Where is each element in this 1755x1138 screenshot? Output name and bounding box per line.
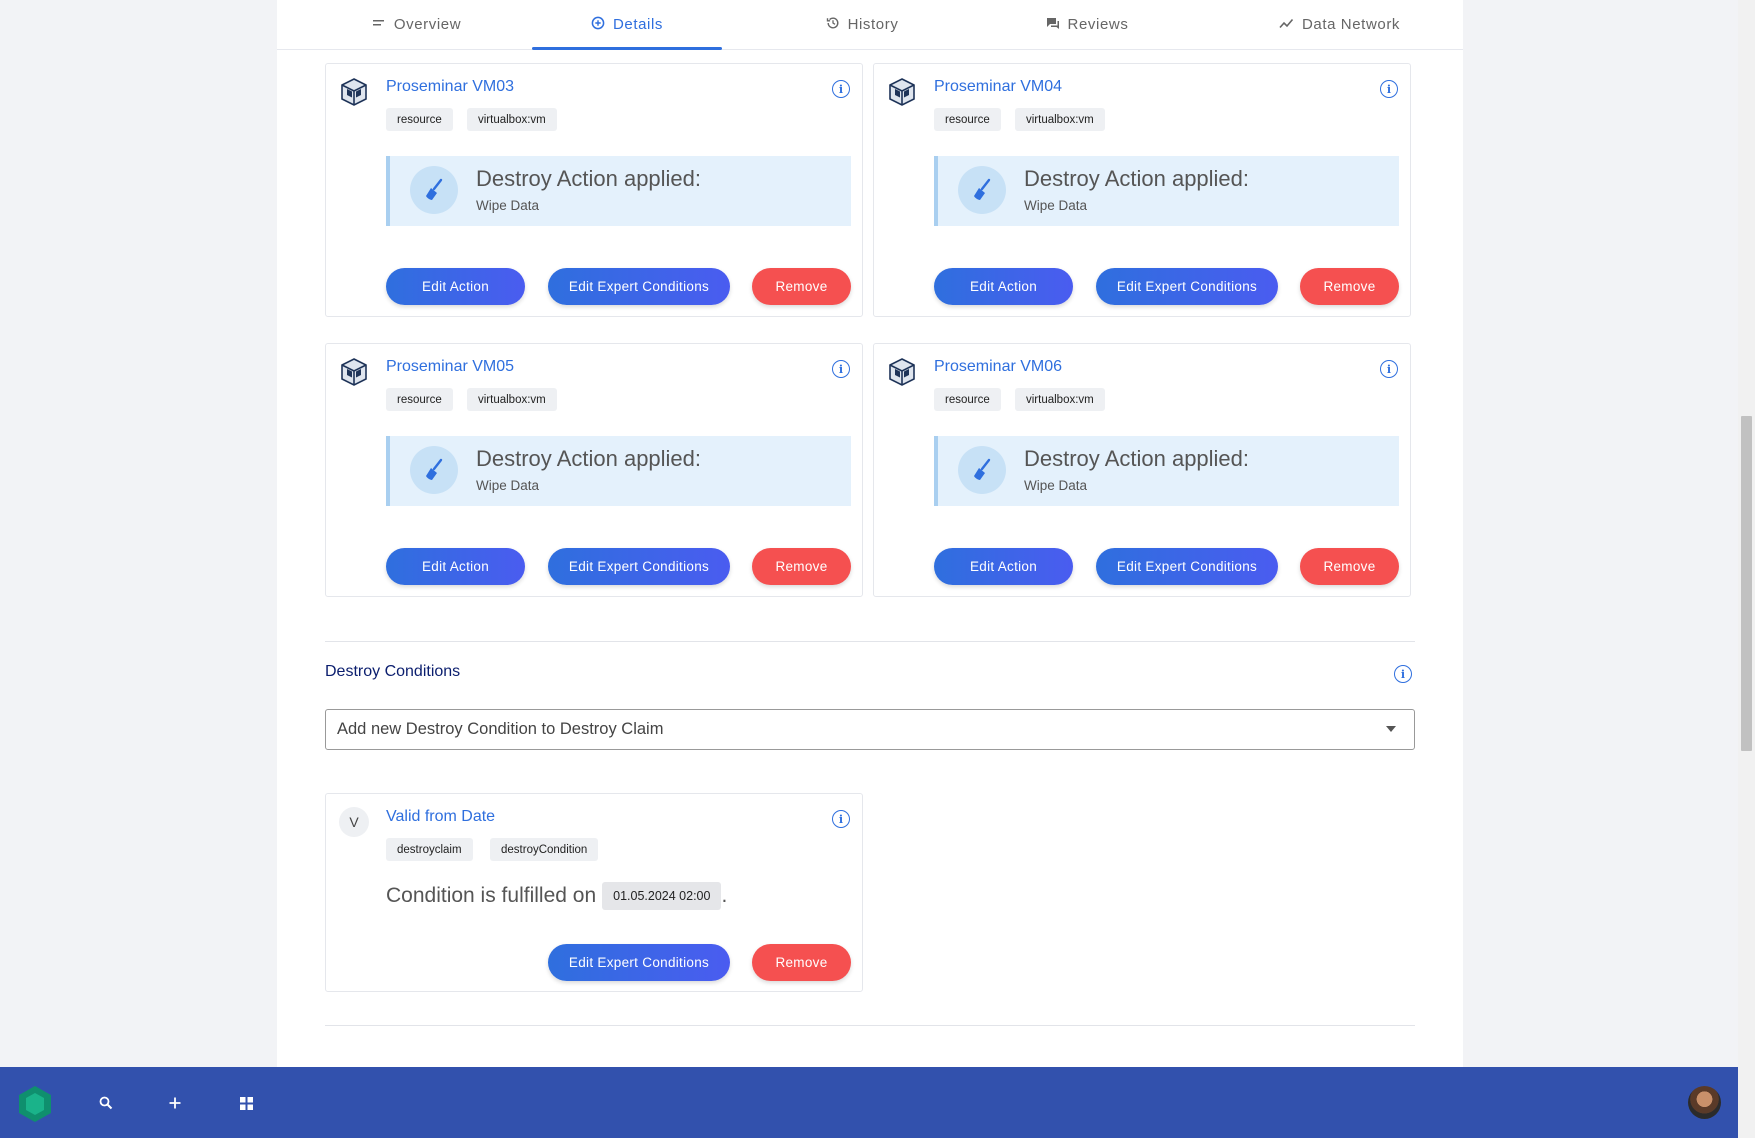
edit-action-button[interactable]: Edit Action: [386, 268, 525, 305]
trend-icon: [1279, 17, 1294, 31]
info-icon[interactable]: i: [1380, 360, 1398, 378]
tag: virtualbox:vm: [467, 388, 557, 411]
remove-button[interactable]: Remove: [1300, 268, 1399, 305]
destroy-action-box: Destroy Action applied: Wipe Data: [386, 436, 851, 506]
tag: virtualbox:vm: [1015, 108, 1105, 131]
action-name: Wipe Data: [476, 478, 540, 493]
broom-icon: [410, 446, 458, 494]
virtualbox-icon: [887, 357, 917, 387]
edit-expert-conditions-button[interactable]: Edit Expert Conditions: [548, 268, 730, 305]
broom-icon: [410, 166, 458, 214]
info-icon[interactable]: i: [1380, 80, 1398, 98]
plus-icon[interactable]: [163, 1091, 187, 1115]
tag: resource: [386, 388, 453, 411]
scrollbar-thumb[interactable]: [1741, 416, 1752, 751]
remove-button[interactable]: Remove: [752, 944, 851, 981]
edit-expert-conditions-button[interactable]: Edit Expert Conditions: [1096, 548, 1278, 585]
edit-action-button[interactable]: Edit Action: [934, 548, 1073, 585]
action-card: Proseminar VM04 i resource virtualbox:vm Des…: [873, 63, 1411, 317]
action-card: Proseminar VM05 i resource virtualbox:vm Des…: [325, 343, 863, 597]
resource-title[interactable]: Proseminar VM04: [934, 78, 1062, 96]
action-heading: Destroy Action applied:: [476, 446, 702, 471]
chat-icon: [1046, 17, 1060, 32]
condition-date-badge: 01.05.2024 02:00: [602, 882, 722, 910]
tab-history[interactable]: History: [787, 0, 937, 48]
info-icon[interactable]: i: [832, 810, 850, 828]
broom-icon: [958, 166, 1006, 214]
action-heading: Destroy Action applied:: [1024, 166, 1250, 191]
taskbar: [0, 1067, 1738, 1138]
tab-details-label: Details: [612, 15, 664, 33]
edit-expert-conditions-button[interactable]: Edit Expert Conditions: [548, 548, 730, 585]
tab-history-label: History: [847, 15, 899, 33]
action-heading: Destroy Action applied:: [476, 166, 702, 191]
tag: destroyclaim: [386, 838, 473, 861]
info-icon[interactable]: i: [1394, 665, 1412, 683]
tag: resource: [934, 388, 1001, 411]
destroy-action-box: Destroy Action applied: Wipe Data: [934, 436, 1399, 506]
resource-title[interactable]: Proseminar VM05: [386, 358, 514, 376]
remove-button[interactable]: Remove: [1300, 548, 1399, 585]
action-name: Wipe Data: [1024, 198, 1088, 213]
tab-data-network[interactable]: Data Network: [1237, 0, 1442, 48]
condition-prefix: Condition is fulfilled on: [386, 884, 597, 907]
lines-icon: [372, 18, 386, 31]
edit-expert-conditions-button[interactable]: Edit Expert Conditions: [548, 944, 730, 981]
destroy-action-box: Destroy Action applied: Wipe Data: [934, 156, 1399, 226]
chevron-down-icon: [1386, 726, 1396, 732]
tab-details[interactable]: Details: [532, 0, 722, 50]
virtualbox-icon: [887, 77, 917, 107]
virtualbox-icon: [339, 357, 369, 387]
info-icon[interactable]: i: [832, 360, 850, 378]
action-name: Wipe Data: [476, 198, 540, 213]
section-divider: [325, 1025, 1415, 1026]
info-icon[interactable]: i: [832, 80, 850, 98]
tag: resource: [386, 108, 453, 131]
app-logo-icon[interactable]: [16, 1085, 54, 1123]
history-icon: [826, 16, 840, 32]
edit-action-button[interactable]: Edit Action: [386, 548, 525, 585]
search-icon[interactable]: [94, 1091, 118, 1115]
destroy-action-box: Destroy Action applied: Wipe Data: [386, 156, 851, 226]
tab-data-network-label: Data Network: [1301, 15, 1401, 33]
resource-title[interactable]: Proseminar VM06: [934, 358, 1062, 376]
condition-text: Condition is fulfilled on 01.05.2024 02:…: [386, 882, 727, 910]
action-heading: Destroy Action applied:: [1024, 446, 1250, 471]
resource-title[interactable]: Proseminar VM03: [386, 78, 514, 96]
tag: virtualbox:vm: [467, 108, 557, 131]
tab-overview[interactable]: Overview: [337, 0, 497, 48]
apps-grid-icon[interactable]: [234, 1091, 258, 1115]
action-card: Proseminar VM03 i resource virtualbox:vm Des…: [325, 63, 863, 317]
broom-icon: [958, 446, 1006, 494]
remove-button[interactable]: Remove: [752, 268, 851, 305]
edit-expert-conditions-button[interactable]: Edit Expert Conditions: [1096, 268, 1278, 305]
condition-suffix: .: [721, 884, 728, 907]
avatar: V: [339, 807, 369, 837]
tag: virtualbox:vm: [1015, 388, 1105, 411]
avatar[interactable]: [1688, 1086, 1721, 1119]
tab-reviews-label: Reviews: [1067, 15, 1129, 33]
action-card: Proseminar VM06 i resource virtualbox:vm Des…: [873, 343, 1411, 597]
remove-button[interactable]: Remove: [752, 548, 851, 585]
select-placeholder: Add new Destroy Condition to Destroy Cla…: [337, 720, 664, 738]
plus-circle-icon: [591, 16, 605, 32]
destroy-conditions-title: Destroy Conditions: [325, 663, 461, 680]
tab-overview-label: Overview: [393, 15, 462, 33]
action-name: Wipe Data: [1024, 478, 1088, 493]
section-divider: [325, 641, 1415, 642]
condition-card: V Valid from Date i destroyclaim destroy…: [325, 793, 863, 992]
details-panel: Overview Details History Reviews Data Ne…: [277, 0, 1463, 1067]
virtualbox-icon: [339, 77, 369, 107]
tag: destroyCondition: [490, 838, 599, 861]
tab-reviews[interactable]: Reviews: [1012, 0, 1162, 48]
add-destroy-condition-select[interactable]: Add new Destroy Condition to Destroy Cla…: [325, 709, 1415, 750]
condition-title[interactable]: Valid from Date: [386, 808, 495, 826]
tag: resource: [934, 108, 1001, 131]
edit-action-button[interactable]: Edit Action: [934, 268, 1073, 305]
tab-bar: Overview Details History Reviews Data Ne…: [277, 0, 1463, 50]
